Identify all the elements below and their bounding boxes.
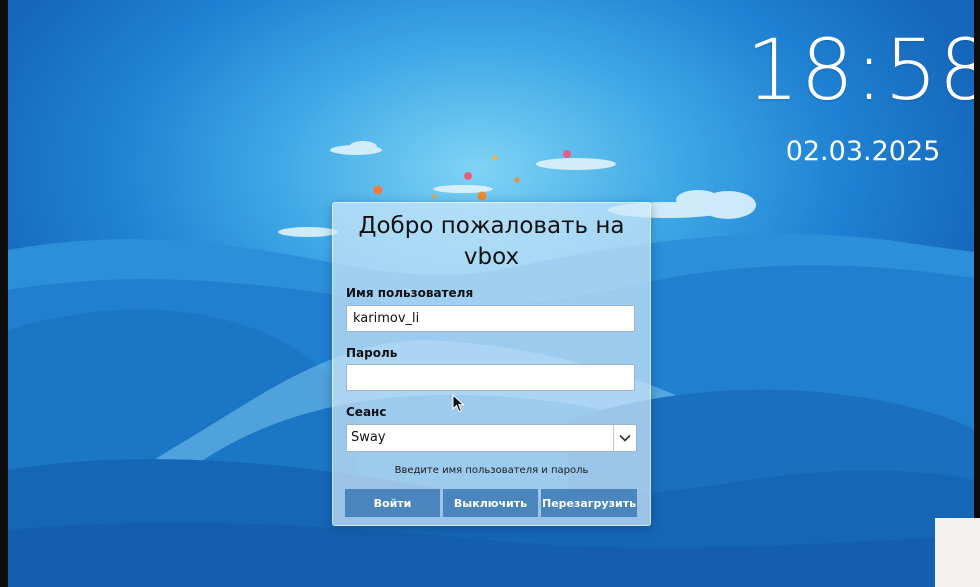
chevron-down-icon[interactable] [613,425,636,451]
password-field[interactable] [346,364,635,391]
login-panel: Добро пожаловать на vbox Имя пользовател… [332,202,651,526]
shutdown-button[interactable]: Выключить [443,489,538,517]
session-value: Sway [351,430,386,445]
corner-patch [935,518,980,587]
mouse-cursor-icon [452,394,465,413]
session-label: Сеанс [346,405,387,419]
session-select[interactable]: Sway [346,424,637,452]
clock-time: 18:58 [746,21,974,119]
login-button[interactable]: Войти [345,489,440,517]
password-label: Пароль [346,346,398,360]
reboot-button[interactable]: Перезагрузить [541,489,637,517]
clock-date: 02.03.2025 [785,136,941,167]
username-label: Имя пользователя [346,286,474,300]
username-field[interactable] [346,305,635,332]
login-hint: Введите имя пользователя и пароль [394,465,589,476]
welcome-title: Добро пожаловать на vbox [358,213,625,270]
